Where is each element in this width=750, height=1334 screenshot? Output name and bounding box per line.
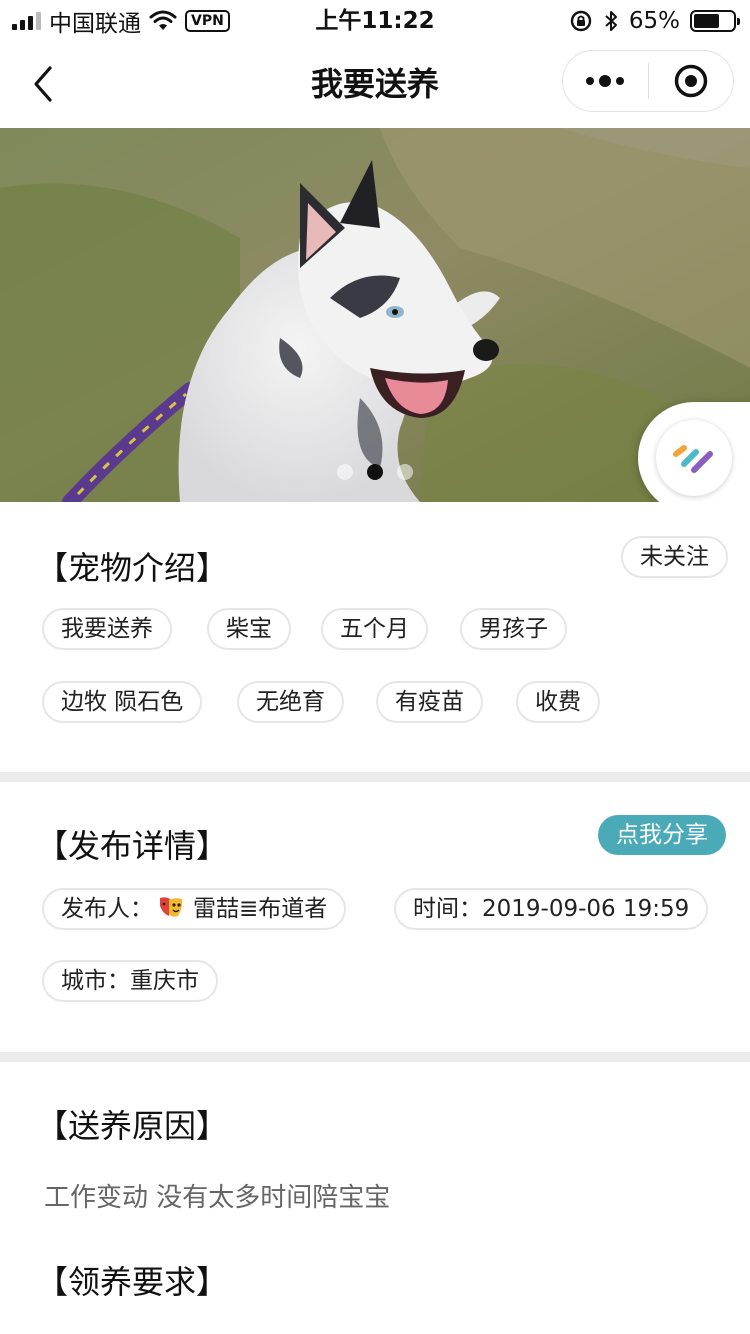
capsule-menu (562, 50, 734, 112)
publish-details-section: 【发布详情】 点我分享 发布人： 雷喆≣布道者 时间：2019-09-06 19… (0, 782, 750, 1052)
tag-fee: 收费 (516, 681, 600, 723)
section-divider (0, 1052, 750, 1062)
tag-gender: 男孩子 (460, 608, 567, 650)
nav-bar: 我要送养 (0, 40, 750, 128)
more-dot-icon (586, 77, 595, 85)
stripes-logo-icon (673, 445, 713, 473)
publisher-name: 雷喆≣布道者 (193, 896, 328, 922)
tag-pet-name: 柴宝 (207, 608, 291, 650)
status-right: 65% (569, 6, 740, 36)
tag-vaccine: 有疫苗 (376, 681, 483, 723)
carousel-indicator (0, 464, 750, 480)
carousel-dot[interactable] (397, 464, 413, 480)
tag-adoption-type: 我要送养 (42, 608, 172, 650)
tag-sterilization: 无绝育 (237, 681, 344, 723)
pet-intro-section: 【宠物介绍】 未关注 我要送养 柴宝 五个月 男孩子 边牧 陨石色 无绝育 有疫… (0, 502, 750, 772)
floating-button-badge (656, 420, 732, 496)
pet-intro-title: 【宠物介绍】 (36, 549, 229, 587)
tag-age: 五个月 (321, 608, 428, 650)
city-value: 重庆市 (130, 968, 199, 994)
close-miniprogram-button[interactable] (649, 50, 734, 112)
follow-button[interactable]: 未关注 (621, 536, 728, 578)
publish-time-tag: 时间：2019-09-06 19:59 (394, 888, 709, 930)
reason-text: 工作变动 没有太多时间陪宝宝 (44, 1183, 391, 1213)
reason-section: 【送养原因】 工作变动 没有太多时间陪宝宝 【领养要求】 (0, 1062, 750, 1334)
city-label: 城市： (61, 968, 130, 994)
floating-home-button[interactable] (638, 402, 750, 514)
publish-title: 【发布详情】 (36, 827, 229, 865)
carousel-dot-active[interactable] (367, 464, 383, 480)
pet-photo (0, 128, 750, 502)
pet-photo-carousel[interactable] (0, 128, 750, 502)
battery-percent: 65% (628, 8, 680, 34)
publisher-tag[interactable]: 发布人： 雷喆≣布道者 (42, 888, 347, 930)
publish-time-value: 2019-09-06 19:59 (482, 896, 690, 922)
more-dot-icon (599, 75, 612, 87)
more-dot-icon (616, 77, 625, 85)
battery-icon (690, 10, 740, 32)
section-divider (0, 772, 750, 782)
target-close-icon (674, 64, 707, 98)
bluetooth-icon (605, 11, 617, 31)
reason-title: 【送养原因】 (36, 1107, 229, 1145)
publish-time-label: 时间： (413, 896, 482, 922)
status-bar: 中国联通 VPN 上午11:22 65% (0, 0, 750, 40)
more-button[interactable] (563, 50, 648, 112)
carousel-dot[interactable] (337, 464, 353, 480)
tag-breed: 边牧 陨石色 (42, 681, 203, 723)
share-button[interactable]: 点我分享 (598, 815, 726, 855)
requirements-title: 【领养要求】 (36, 1263, 229, 1301)
publisher-avatar-icon (160, 897, 183, 917)
publisher-label: 发布人： (61, 896, 153, 922)
rotation-lock-icon (570, 10, 592, 32)
city-tag: 城市：重庆市 (42, 960, 218, 1002)
